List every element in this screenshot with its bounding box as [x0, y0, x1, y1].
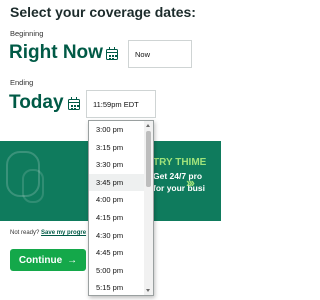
time-option[interactable]: 4:15 pm [89, 209, 146, 227]
banner-line-2: for your busi [153, 183, 205, 193]
time-dropdown[interactable]: 3:00 pm 3:15 pm 3:30 pm 3:45 pm 4:00 pm … [88, 120, 154, 296]
scroll-down-icon[interactable] [146, 289, 150, 292]
start-time-input[interactable]: Now [128, 40, 192, 68]
beginning-value: Right Now [9, 42, 103, 63]
calendar-icon[interactable] [68, 96, 80, 110]
arrow-right-icon: → [67, 254, 78, 266]
save-progress-link[interactable]: Save my progre [41, 230, 86, 236]
ending-value: Today [9, 92, 64, 113]
chevrons-right-icon[interactable]: ››› [186, 175, 195, 190]
scrollbar-thumb[interactable] [146, 131, 151, 187]
not-ready-text: Not ready? Save my progre [10, 230, 86, 236]
end-time-input[interactable]: 11:59pm EDT [86, 90, 156, 118]
time-option[interactable]: 5:00 pm [89, 262, 146, 280]
page-heading: Select your coverage dates: [10, 4, 196, 20]
time-option[interactable]: 4:45 pm [89, 244, 146, 262]
continue-label: Continue [18, 254, 63, 266]
time-option[interactable]: 5:15 pm [89, 279, 146, 295]
scroll-up-icon[interactable] [146, 124, 150, 127]
banner-try-text: TRY THIME [153, 157, 207, 168]
banner-line-1: Get 24/7 pro [153, 171, 203, 181]
time-option[interactable]: 3:30 pm [89, 156, 146, 174]
time-option[interactable]: 3:00 pm [89, 121, 146, 139]
time-option[interactable]: 4:00 pm [89, 191, 146, 209]
beginning-label: Beginning [10, 29, 44, 38]
continue-button[interactable]: Continue → [10, 249, 86, 271]
banner-decoration [22, 169, 44, 203]
time-option[interactable]: 3:15 pm [89, 139, 146, 157]
time-option[interactable]: 3:45 pm [89, 173, 146, 192]
dropdown-scrollbar[interactable] [144, 121, 153, 295]
ending-label: Ending [10, 78, 34, 87]
not-ready-label: Not ready? [10, 230, 40, 236]
time-option[interactable]: 4:30 pm [89, 227, 146, 245]
calendar-icon[interactable] [106, 46, 118, 60]
time-options-list: 3:00 pm 3:15 pm 3:30 pm 3:45 pm 4:00 pm … [89, 121, 146, 295]
